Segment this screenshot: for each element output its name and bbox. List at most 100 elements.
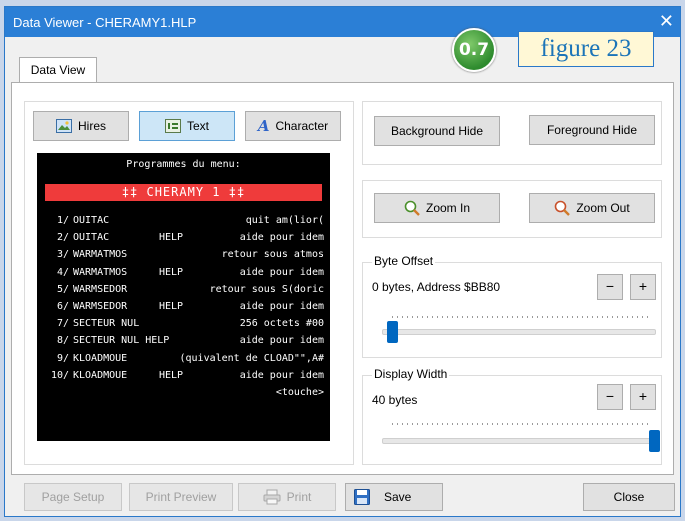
screen-row-num: 2/ [56, 232, 69, 244]
zoom-out-label: Zoom Out [576, 201, 630, 215]
print-preview-label: Print Preview [145, 490, 217, 504]
screen-row-name: WARMATMOS [73, 266, 128, 278]
character-icon: A [257, 117, 270, 135]
screen-row: <touche> [49, 387, 324, 401]
zoom-in-label: Zoom In [425, 201, 470, 215]
print-preview-button[interactable]: Print Preview [129, 483, 233, 511]
save-label: Save [384, 490, 412, 504]
print-button[interactable]: Print [238, 483, 336, 511]
image-icon [55, 119, 72, 133]
text-screen-preview: Programmes du menu: ‡‡ CHERAMY 1 ‡‡ 1/OU… [37, 153, 330, 441]
screen-row-help: HELP [159, 301, 184, 312]
screen-row-num: 4/ [56, 266, 69, 278]
screen-row-help: HELP [159, 266, 184, 278]
screen-row-name: WARMSEDOR [73, 301, 128, 312]
screen-row-desc: aide pour idem [239, 369, 324, 381]
screen-row-name: WARMSEDOR [73, 283, 128, 295]
screen-row: 3/WARMATMOS retour sous atmos [49, 249, 324, 263]
background-hide-button[interactable]: Background Hide [374, 116, 500, 146]
zoom-out-button[interactable]: Zoom Out [529, 193, 655, 223]
close-button[interactable]: Close [583, 483, 675, 511]
screen-row-name: WARMATMOS [73, 249, 128, 261]
text-label: Text [186, 119, 209, 133]
screen-row-name: OUITAC [73, 215, 110, 226]
figure-label: figure 23 [518, 31, 654, 67]
screen-row-desc: quit am(lior( [245, 215, 324, 226]
display-width-ticks [392, 423, 650, 425]
screen-row-num: 6/ [56, 301, 69, 312]
screen-row-name: KLOADMOUE [73, 352, 128, 364]
zoom-in-button[interactable]: Zoom In [374, 193, 500, 223]
screen-row-num: 8/ [56, 335, 69, 347]
character-button[interactable]: A Character [245, 111, 341, 141]
screen-header: Programmes du menu: [126, 159, 241, 170]
screen-row-num: 7/ [56, 318, 69, 330]
close-label: Close [613, 490, 645, 504]
print-label: Print [286, 490, 312, 504]
tab-data-view[interactable]: Data View [19, 57, 97, 83]
screen-row: 5/WARMSEDOR retour sous S(doric [49, 284, 324, 298]
byte-offset-value: 0 bytes, Address $BB80 [372, 280, 501, 294]
data-viewer-window: Data Viewer - CHERAMY1.HLP ✕ Data View H… [4, 6, 681, 517]
zoom-in-icon [404, 200, 420, 216]
screen-row-desc: <touche> [275, 387, 324, 398]
screen-row-num: 10/ [50, 369, 69, 381]
screen-row-help: HELP [159, 232, 184, 244]
byte-offset-slider-thumb[interactable] [387, 321, 398, 343]
screen-row-name: SECTEUR NUL [73, 318, 140, 330]
screen-row-desc: retour sous atmos [221, 249, 324, 261]
display-width-slider-thumb[interactable] [649, 430, 660, 452]
page-setup-button[interactable]: Page Setup [24, 483, 122, 511]
screen-row-desc: aide pour idem [239, 266, 324, 278]
screen-row-name: KLOADMOUE [73, 369, 128, 381]
screen-row-num: 3/ [56, 249, 69, 261]
screen-row-desc: 256 octets #00 [239, 318, 324, 330]
byte-offset-ticks [392, 316, 650, 318]
display-width-slider-track[interactable] [382, 438, 656, 444]
foreground-hide-button[interactable]: Foreground Hide [529, 115, 655, 145]
byte-offset-slider-track[interactable] [382, 329, 656, 335]
printer-icon [263, 489, 281, 505]
screen-row-num: 1/ [56, 215, 69, 226]
screen-row-desc: (quivalent de CLOAD"",A# [179, 352, 325, 364]
zoom-out-icon [554, 200, 571, 216]
floppy-disk-icon [354, 489, 370, 505]
screen-row-desc: aide pour idem [239, 232, 324, 244]
figure-badge: 0.7 [452, 28, 496, 72]
screen-row: 8/SECTEUR NUL HELP aide pour idem [49, 335, 324, 349]
screen-row-name: OUITAC [73, 232, 110, 244]
save-button[interactable]: Save [345, 483, 443, 511]
screen-row: 1/OUITAC quit am(lior( [49, 215, 324, 229]
screen-row: 2/OUITAC HELP aide pour idem [49, 232, 324, 246]
screen-row-num: 5/ [56, 283, 69, 295]
close-window-icon[interactable]: ✕ [659, 11, 674, 32]
screen-row-name: SECTEUR NUL HELP [73, 335, 170, 347]
character-label: Character [275, 119, 329, 133]
window-title: Data Viewer - CHERAMY1.HLP [13, 15, 197, 30]
screen-row: 9/KLOADMOUE (quivalent de CLOAD"",A# [49, 353, 324, 367]
background-hide-label: Background Hide [390, 124, 484, 138]
hires-button[interactable]: Hires [33, 111, 129, 141]
display-width-plus-button[interactable]: + [630, 384, 656, 410]
screen-row-num: 9/ [56, 352, 69, 364]
screen-banner: ‡‡ CHERAMY 1 ‡‡ [45, 184, 322, 201]
display-width-value: 40 bytes [372, 393, 418, 407]
screen-row-desc: aide pour idem [239, 335, 324, 347]
text-button[interactable]: Text [139, 111, 235, 141]
byte-offset-label: Byte Offset [372, 254, 436, 268]
text-mode-icon [164, 119, 181, 133]
byte-offset-minus-button[interactable]: − [597, 274, 623, 300]
screen-row: 7/SECTEUR NUL 256 octets #00 [49, 318, 324, 332]
hires-label: Hires [77, 119, 106, 133]
byte-offset-plus-button[interactable]: + [630, 274, 656, 300]
screen-row-help: HELP [159, 369, 184, 381]
screen-row: 10/KLOADMOUE HELP aide pour idem [49, 370, 324, 384]
screen-row: 4/WARMATMOS HELP aide pour idem [49, 267, 324, 281]
display-width-minus-button[interactable]: − [597, 384, 623, 410]
screen-row: 6/WARMSEDOR HELP aide pour idem [49, 301, 324, 315]
screen-row-desc: retour sous S(doric [209, 283, 324, 295]
screen-row-desc: aide pour idem [239, 301, 324, 312]
page-setup-label: Page Setup [41, 490, 105, 504]
display-width-label: Display Width [372, 367, 450, 381]
foreground-hide-label: Foreground Hide [546, 123, 638, 137]
